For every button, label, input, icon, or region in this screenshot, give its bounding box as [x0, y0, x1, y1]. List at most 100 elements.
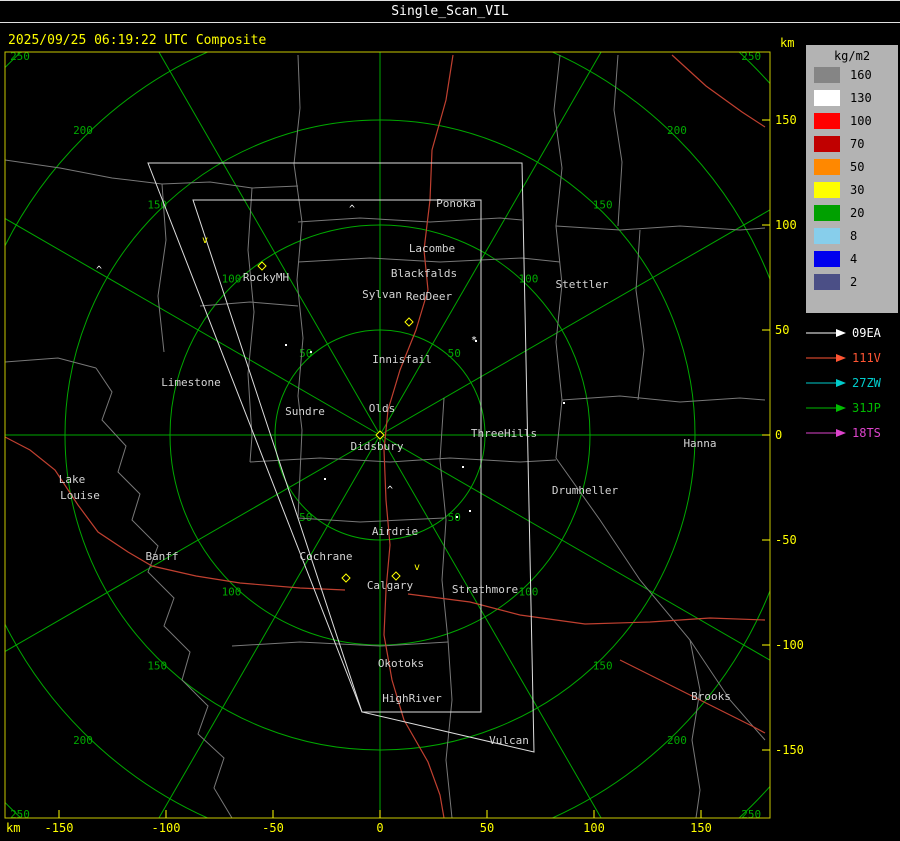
bottom-axis: -150 -100 -50 0 50 100 150	[45, 810, 712, 835]
range-ring-label: 100	[519, 273, 539, 286]
range-ring-label: 200	[667, 124, 687, 137]
scale-color-swatch	[814, 227, 840, 244]
range-rings-group: 5050505010010010010015015015015020020020…	[5, 52, 770, 821]
scale-value-label: 100	[850, 113, 872, 128]
caret-marker: ^	[96, 265, 102, 276]
scale-value-label: 30	[850, 182, 865, 197]
caret-marker: ^	[387, 485, 393, 496]
city-label: Banff	[145, 550, 178, 563]
yellow-arrow-marker: v	[202, 235, 208, 246]
point-marker	[310, 351, 312, 353]
scale-value-label: 4	[850, 251, 858, 266]
city-label: Cochrane	[300, 550, 353, 563]
scale-entry: 20	[806, 201, 898, 224]
point-marker	[469, 510, 471, 512]
city-label: ThreeHills	[471, 427, 537, 440]
scale-color-swatch	[814, 250, 840, 267]
radar-arrow-icon	[806, 378, 846, 387]
city-label: Hanna	[683, 437, 716, 450]
map-markers-group: v v ^ ^ ^ *	[96, 204, 565, 583]
city-label: Olds	[369, 402, 396, 415]
city-label: Louise	[60, 489, 100, 502]
color-scale-unit-label: kg/m2	[833, 49, 871, 63]
scale-value-label: 2	[850, 274, 858, 289]
radar-display-window: Single_Scan_VIL 2025/09/25 06:19:22 UTC …	[0, 0, 900, 841]
bottom-axis-tick-label: -50	[262, 821, 284, 835]
right-axis-tick-label: 100	[775, 218, 797, 232]
range-ring-label: 250	[10, 808, 30, 821]
scale-value-label: 160	[850, 67, 872, 82]
right-axis-tick-label: -100	[775, 638, 804, 652]
bottom-axis-tick-label: -150	[45, 821, 74, 835]
map-canvas: 50 50 50 50 100 100 100 100 150 150 150 150 200 200 20…	[4, 51, 804, 835]
city-label: Drumheller	[552, 484, 619, 497]
scale-entry: 100	[806, 109, 898, 132]
radar-arrow-icon	[806, 328, 846, 337]
range-ring-label: 150	[593, 660, 613, 673]
radar-id-label: 18TS	[852, 425, 881, 440]
bottom-axis-tick-label: 50	[480, 821, 494, 835]
city-label: Lacombe	[409, 242, 455, 255]
radar-legend-entry: 09EA	[806, 320, 900, 345]
scale-color-swatch	[814, 204, 840, 221]
city-label: Strathmore	[452, 583, 518, 596]
scale-color-swatch	[814, 112, 840, 129]
radar-site-marker	[341, 573, 351, 583]
point-marker	[563, 402, 565, 404]
city-label: Blackfalds	[391, 267, 457, 280]
city-label: Limestone	[161, 376, 221, 389]
radar-legend-entry: 111V	[806, 345, 900, 370]
radar-legend-entry: 31JP	[806, 395, 900, 420]
radar-arrow-legend: 09EA 111V 27ZW 31JP 18TS	[806, 320, 900, 445]
scale-value-label: 70	[850, 136, 865, 151]
range-ring-label: 200	[73, 734, 93, 747]
scale-value-label: 8	[850, 228, 858, 243]
radar-id-label: 27ZW	[852, 375, 881, 390]
radar-id-label: 31JP	[852, 400, 881, 415]
range-ring-label: 250	[741, 808, 761, 821]
scale-entry: 130	[806, 86, 898, 109]
scale-color-swatch	[814, 135, 840, 152]
range-ring-label: 200	[667, 734, 687, 747]
radar-arrow-icon	[806, 428, 846, 437]
scale-entry: 70	[806, 132, 898, 155]
radar-arrow-icon	[806, 353, 846, 362]
city-label: Stettler	[556, 278, 609, 291]
scale-color-swatch	[814, 181, 840, 198]
point-marker	[462, 466, 464, 468]
city-label: Ponoka	[436, 197, 476, 210]
caret-marker: ^	[349, 204, 355, 215]
bottom-axis-tick-label: 0	[376, 821, 383, 835]
point-marker	[285, 344, 287, 346]
range-ring-label: 150	[593, 198, 613, 211]
scale-entry: 50	[806, 155, 898, 178]
scale-value-label: 20	[850, 205, 865, 220]
azimuth-spoke	[158, 52, 381, 436]
right-axis-tick-label: -50	[775, 533, 797, 547]
range-ring	[5, 52, 770, 818]
radar-site-marker	[375, 430, 385, 440]
right-axis-tick-label: 0	[775, 428, 782, 442]
city-label: Vulcan	[489, 734, 529, 747]
point-marker	[324, 478, 326, 480]
right-axis-tick-label: 50	[775, 323, 789, 337]
scale-value-label: 50	[850, 159, 865, 174]
scale-entry: 8	[806, 224, 898, 247]
range-ring-label: 100	[222, 273, 242, 286]
bottom-axis-tick-label: 150	[690, 821, 712, 835]
azimuth-spoke	[379, 52, 602, 436]
range-ring-label: 100	[519, 585, 539, 598]
city-label: Didsbury	[351, 440, 404, 453]
right-axis-tick-label: 150	[775, 113, 797, 127]
radar-legend-entry: 27ZW	[806, 370, 900, 395]
scale-entry: 30	[806, 178, 898, 201]
city-label: Lake	[59, 473, 86, 486]
bottom-axis-tick-label: -100	[152, 821, 181, 835]
point-marker	[456, 516, 458, 518]
color-scale-entries: 160 130 100 70 50 30 20 8 4 2	[806, 63, 898, 293]
range-ring-label: 50	[448, 511, 461, 524]
city-label: RockyMH	[243, 271, 289, 284]
scale-color-swatch	[814, 273, 840, 290]
radar-id-label: 09EA	[852, 325, 881, 340]
azimuth-spoke	[5, 217, 381, 436]
